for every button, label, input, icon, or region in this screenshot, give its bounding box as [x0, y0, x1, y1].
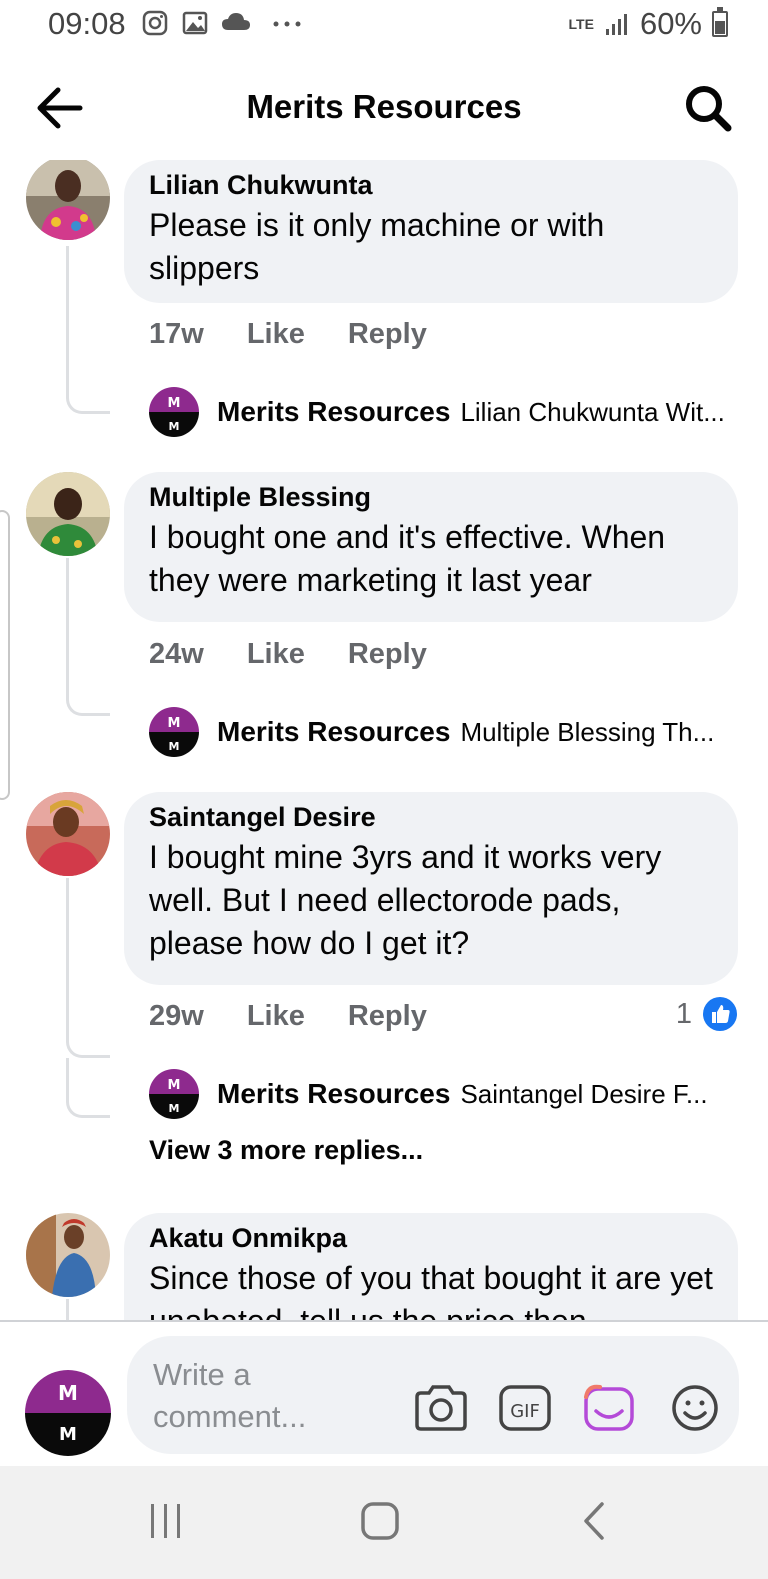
view-more-replies-link[interactable]: View 3 more replies...: [149, 1135, 423, 1166]
comment-feed[interactable]: Lilian Chukwunta Please is it only machi…: [0, 160, 768, 1322]
thread-connector: [66, 1058, 110, 1118]
battery-icon: [712, 7, 728, 37]
svg-text:M: M: [169, 420, 180, 433]
svg-text:M: M: [168, 1078, 181, 1093]
comment-bubble[interactable]: Lilian Chukwunta Please is it only machi…: [124, 160, 738, 303]
avatar[interactable]: [26, 160, 110, 240]
comment-author[interactable]: Saintangel Desire: [149, 802, 714, 832]
reply-button[interactable]: Reply: [348, 1000, 427, 1033]
reply-text: Saintangel Desire F...: [460, 1078, 708, 1109]
comment-actions: 17w Like Reply: [149, 318, 427, 351]
svg-text:GIF: GIF: [510, 1401, 540, 1422]
thread-connector: [66, 878, 110, 1058]
comment-actions: 24w Like Reply: [149, 638, 427, 671]
search-icon[interactable]: [680, 80, 736, 136]
comment-time: 24w: [149, 638, 204, 670]
comment-bubble[interactable]: Saintangel Desire I bought mine 3yrs and…: [124, 792, 738, 985]
like-button[interactable]: Like: [247, 1000, 305, 1033]
back-nav-icon[interactable]: [570, 1496, 620, 1546]
comment-author[interactable]: Akatu Onmikpa: [149, 1223, 714, 1253]
reply-preview-row[interactable]: MM Merits Resources Lilian Chukwunta Wit…: [149, 386, 739, 438]
reply-author: Merits Resources: [217, 716, 451, 747]
svg-text:M: M: [168, 396, 181, 411]
more-notifications-icon: [273, 21, 301, 27]
reply-button[interactable]: Reply: [348, 318, 427, 351]
reply-text: Lilian Chukwunta Wit...: [460, 396, 725, 427]
instagram-icon: [142, 10, 168, 36]
gif-icon[interactable]: GIF: [497, 1383, 553, 1433]
reply-preview-row[interactable]: MM Merits Resources Saintangel Desire F.…: [149, 1068, 739, 1120]
comment-author[interactable]: Multiple Blessing: [149, 482, 714, 512]
page-logo-avatar: MM: [149, 1069, 199, 1119]
gallery-icon: [182, 11, 208, 35]
battery-percent: 60%: [639, 6, 702, 41]
svg-text:M: M: [168, 716, 181, 731]
cloud-icon: [222, 13, 250, 30]
comment-composer: MM Write a comment... GIF: [0, 1320, 768, 1466]
comment-text: Since those of you that bought it are ye…: [149, 1260, 713, 1322]
svg-text:M: M: [169, 740, 180, 753]
comment-input[interactable]: Write a comment... GIF: [127, 1336, 739, 1454]
signal-icon: [605, 14, 627, 35]
thread-connector: [66, 558, 110, 716]
page-title: Merits Resources: [246, 88, 522, 125]
svg-text:M: M: [58, 1381, 78, 1405]
comment-bubble[interactable]: Multiple Blessing I bought one and it's …: [124, 472, 738, 622]
avatar-sticker-icon[interactable]: [582, 1383, 638, 1433]
like-button[interactable]: Like: [247, 638, 305, 671]
thumbs-up-icon: [703, 997, 737, 1031]
status-time: 09:08: [48, 6, 126, 41]
like-button[interactable]: Like: [247, 318, 305, 351]
reply-author: Merits Resources: [217, 1078, 451, 1109]
reply-button[interactable]: Reply: [348, 638, 427, 671]
avatar[interactable]: [26, 792, 110, 876]
page-logo-avatar: MM: [149, 707, 199, 757]
thread-connector: [66, 1299, 110, 1322]
avatar[interactable]: [26, 472, 110, 556]
svg-text:M: M: [59, 1424, 77, 1445]
comment-bubble[interactable]: Akatu Onmikpa Since those of you that bo…: [124, 1213, 738, 1322]
page-logo-avatar: MM: [149, 387, 199, 437]
avatar[interactable]: [26, 1213, 110, 1297]
svg-text:M: M: [169, 1102, 180, 1115]
comment-actions: 29w Like Reply: [149, 1000, 427, 1033]
reply-text: Multiple Blessing Th...: [460, 716, 715, 747]
reaction-count[interactable]: 1: [676, 996, 738, 1032]
thread-connector: [66, 246, 110, 414]
network-type: LTE: [568, 16, 594, 32]
comment-time: 29w: [149, 1000, 204, 1032]
status-right: LTE 60%: [569, 6, 728, 42]
current-user-avatar: MM: [25, 1370, 111, 1456]
reply-author: Merits Resources: [217, 396, 451, 427]
comment-text: Please is it only machine or with slippe…: [149, 207, 605, 286]
status-bar: 09:08 LTE 60%: [0, 0, 768, 52]
comment-input-placeholder: Write a comment...: [153, 1357, 307, 1434]
camera-icon[interactable]: [413, 1383, 469, 1433]
reaction-number: 1: [675, 997, 692, 1030]
app-header: Merits Resources: [0, 60, 768, 155]
comment-text: I bought one and it's effective. When th…: [149, 519, 666, 598]
emoji-icon[interactable]: [667, 1383, 723, 1433]
comment-author[interactable]: Lilian Chukwunta: [149, 170, 714, 200]
recent-apps-icon[interactable]: [141, 1496, 191, 1546]
reply-preview-row[interactable]: MM Merits Resources Multiple Blessing Th…: [149, 706, 739, 758]
comment-text: I bought mine 3yrs and it works very wel…: [149, 839, 662, 961]
comment-time: 17w: [149, 318, 204, 350]
system-nav-bar: [0, 1466, 768, 1579]
home-icon[interactable]: [355, 1496, 405, 1546]
